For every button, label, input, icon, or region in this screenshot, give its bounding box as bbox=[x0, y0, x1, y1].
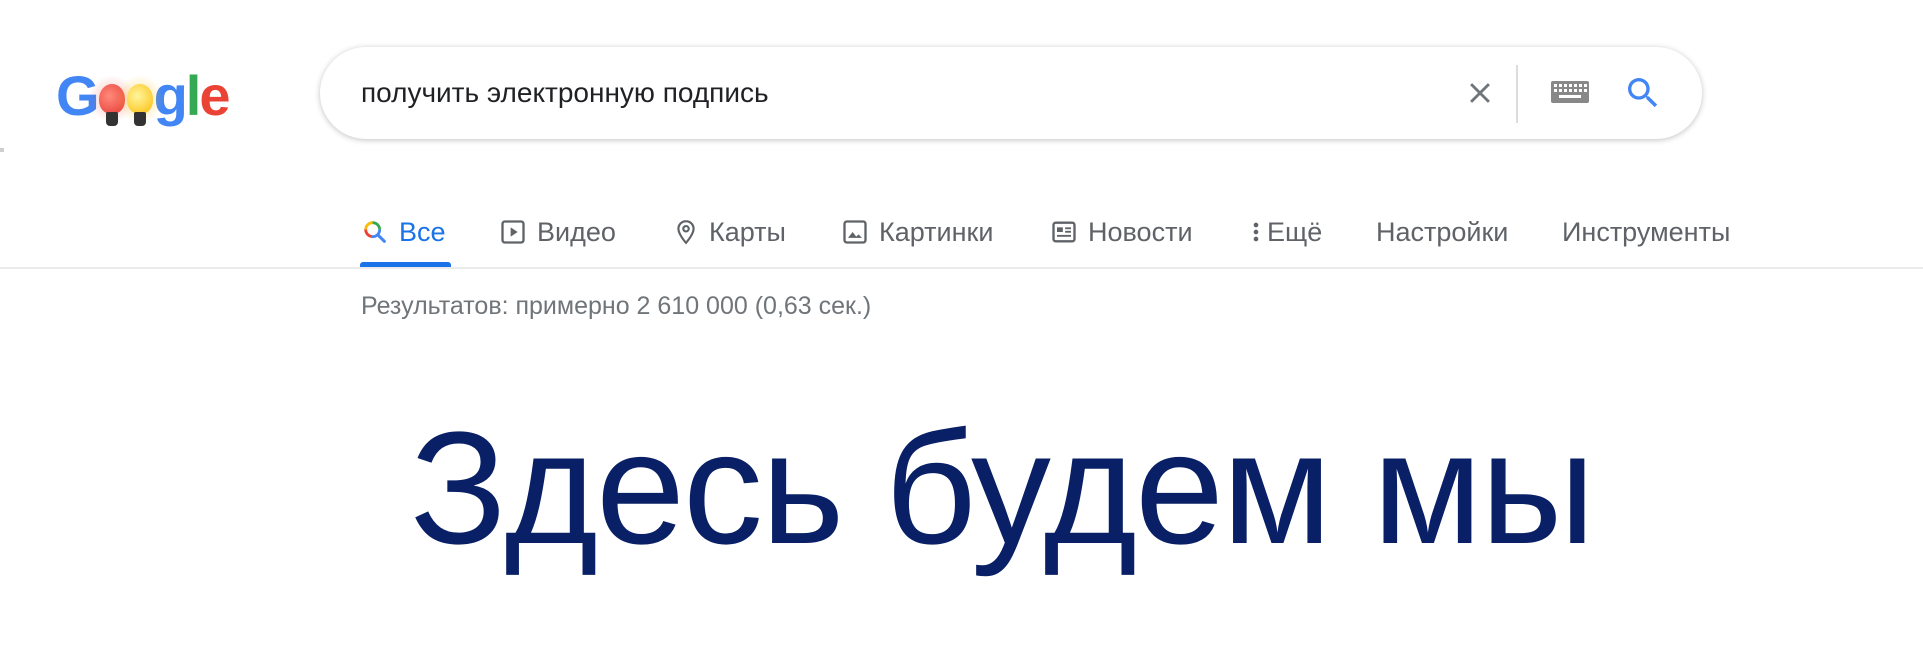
search-button[interactable] bbox=[1608, 47, 1678, 139]
tab-maps-label: Карты bbox=[709, 216, 786, 247]
image-icon bbox=[843, 220, 867, 244]
tab-news-label: Новости bbox=[1088, 216, 1193, 247]
clear-button[interactable] bbox=[1444, 47, 1516, 139]
tab-video[interactable]: Видео bbox=[499, 200, 616, 264]
result-stats: Результатов: примерно 2 610 000 (0,63 се… bbox=[361, 292, 872, 320]
search-multicolor-icon bbox=[364, 221, 386, 243]
logo-letter-l: l bbox=[185, 64, 202, 127]
map-pin-icon bbox=[677, 220, 695, 245]
edge-mark bbox=[0, 148, 4, 152]
banner-heading: Здесь будем мы bbox=[410, 398, 1595, 577]
tab-video-label: Видео bbox=[537, 216, 616, 247]
tab-all-label: Все bbox=[399, 216, 446, 247]
news-icon bbox=[1052, 221, 1076, 243]
tab-settings[interactable]: Настройки bbox=[1376, 200, 1508, 264]
tab-tools[interactable]: Инструменты bbox=[1562, 200, 1730, 264]
tab-maps[interactable]: Карты bbox=[673, 200, 786, 264]
search-icon bbox=[1628, 78, 1658, 108]
tab-more[interactable]: Ещё bbox=[1249, 200, 1322, 264]
search-input[interactable] bbox=[361, 47, 1361, 139]
search-divider bbox=[1516, 65, 1518, 123]
more-vert-icon bbox=[1253, 222, 1259, 242]
video-icon bbox=[501, 220, 525, 244]
tab-all[interactable]: Все bbox=[361, 200, 446, 264]
keyboard-button[interactable] bbox=[1535, 47, 1605, 139]
tabs-divider bbox=[0, 267, 1923, 269]
tab-news[interactable]: Новости bbox=[1050, 200, 1193, 264]
close-icon bbox=[1470, 83, 1490, 103]
tab-tools-label: Инструменты bbox=[1562, 216, 1731, 247]
tab-more-label: Ещё bbox=[1267, 216, 1323, 247]
tab-settings-label: Настройки bbox=[1376, 216, 1509, 247]
logo-letter-e: e bbox=[199, 64, 230, 127]
google-logo[interactable]: G g l e bbox=[56, 62, 231, 127]
tab-images-label: Картинки bbox=[879, 216, 994, 247]
keyboard-icon bbox=[1551, 81, 1589, 103]
bulb-yellow-icon bbox=[116, 74, 163, 126]
search-box bbox=[320, 47, 1702, 139]
tab-images[interactable]: Картинки bbox=[841, 200, 993, 264]
